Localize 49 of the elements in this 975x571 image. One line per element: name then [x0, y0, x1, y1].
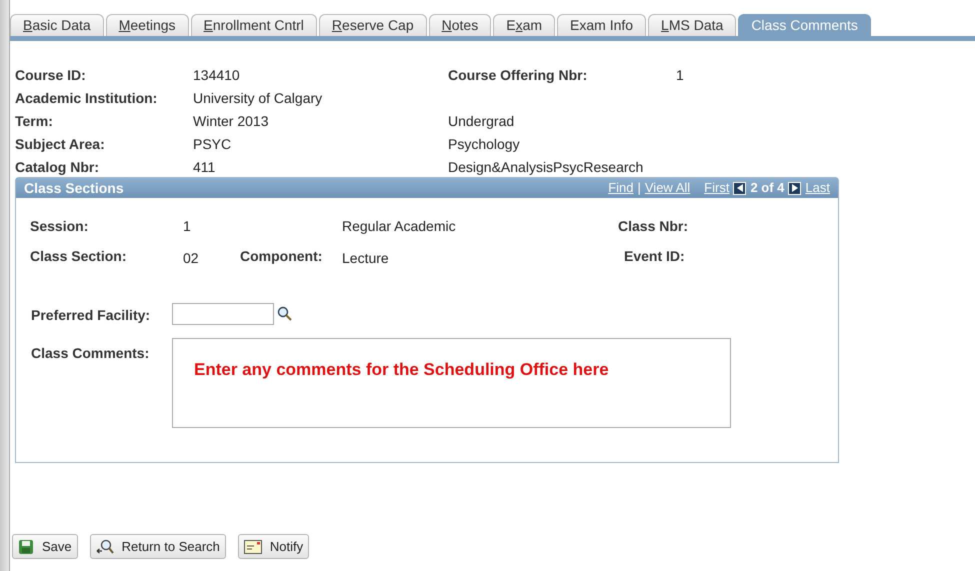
field-value: 411: [193, 158, 216, 177]
field-value: 1: [183, 217, 192, 236]
field-value: Winter 2013: [193, 112, 270, 131]
field-label: Academic Institution:: [15, 89, 158, 108]
field-label: Term:: [15, 112, 54, 131]
separator: |: [637, 179, 641, 198]
field-label: Preferred Facility:: [31, 306, 152, 325]
previous-button[interactable]: [733, 182, 746, 194]
search-icon[interactable]: [277, 306, 293, 322]
field-label: Event ID:: [623, 247, 686, 266]
right-triangle-icon: [792, 184, 798, 192]
field-label: Course ID:: [15, 66, 87, 85]
field-value: Regular Academic: [342, 217, 457, 236]
page-position: 2 of 4: [750, 179, 784, 198]
field-label: Class Nbr:: [618, 217, 690, 236]
left-triangle-icon: [736, 184, 743, 192]
field-label: Session:: [30, 217, 90, 236]
tab[interactable]: Basic Data: [10, 14, 104, 36]
field-label: Course Offering Nbr:: [448, 66, 588, 85]
field-value: 134410: [193, 66, 241, 85]
panel-title: Class Sections: [24, 178, 125, 198]
field-value: 02: [183, 249, 200, 268]
field-label: Component:: [240, 247, 324, 266]
tab[interactable]: LMS Data: [648, 14, 736, 36]
tab[interactable]: Enrollment Cntrl: [190, 14, 317, 36]
field-label: Class Section:: [30, 247, 128, 266]
save-button[interactable]: Save: [12, 534, 78, 559]
tab[interactable]: Notes: [428, 14, 492, 36]
tab[interactable]: Exam: [493, 14, 556, 36]
field-label: Subject Area:: [15, 135, 106, 154]
field-value: Undergrad: [448, 112, 516, 131]
next-button[interactable]: [788, 182, 802, 194]
envelope-icon: [244, 540, 262, 554]
field-value: Design&AnalysisPsycResearch: [448, 158, 644, 177]
field-label: Class Comments:: [31, 344, 150, 363]
tab[interactable]: Exam Info: [557, 14, 646, 36]
field-value: Lecture: [342, 249, 390, 268]
field-value: PSYC: [193, 135, 232, 154]
magnifier-arrow-icon: [96, 538, 114, 554]
search-button[interactable]: Return to Search: [90, 534, 226, 559]
tab[interactable]: Reserve Cap: [318, 14, 427, 36]
tab[interactable]: Meetings: [106, 14, 189, 36]
field-value: Psychology: [448, 135, 521, 154]
field-value: University of Calgary: [193, 89, 324, 108]
field-label: Catalog Nbr:: [15, 158, 100, 177]
notify-button[interactable]: Notify: [238, 534, 310, 559]
preferred-facility-field[interactable]: [172, 302, 274, 324]
field-value: 1: [676, 66, 685, 85]
class-comments-field[interactable]: Enter any comments for the Scheduling Office here: [172, 338, 731, 428]
